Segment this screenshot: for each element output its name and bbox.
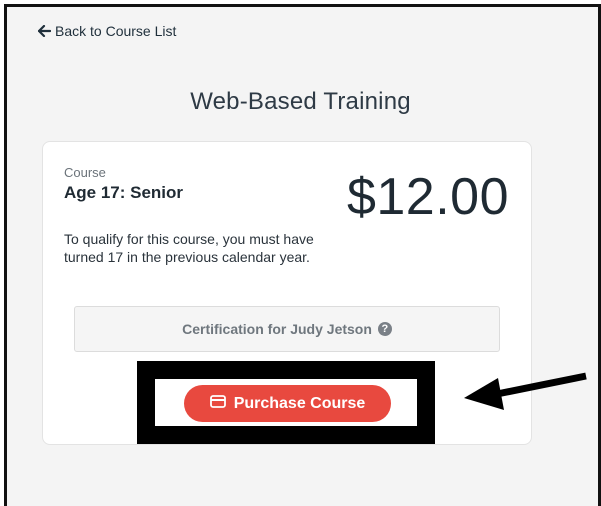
purchase-button-label: Purchase Course: [233, 394, 366, 412]
course-kicker: Course: [64, 165, 106, 180]
course-price: $12.00: [346, 168, 509, 226]
page-title: Web-Based Training: [190, 88, 411, 115]
certification-label: Certification for Judy Jetson: [182, 321, 372, 337]
back-link-label: Back to Course List: [55, 23, 177, 39]
page: Back to Course List Web-Based Training C…: [0, 0, 601, 506]
question-circle-icon[interactable]: ?: [377, 322, 392, 336]
certification-box: Certification for Judy Jetson ?: [74, 306, 500, 352]
credit-card-icon: [209, 394, 226, 413]
course-description: To qualify for this course, you must hav…: [64, 231, 314, 265]
pointer-arrow-icon: [462, 367, 588, 418]
back-to-course-list-link[interactable]: Back to Course List: [38, 23, 176, 39]
purchase-course-button[interactable]: Purchase Course: [184, 385, 391, 422]
arrow-left-icon: [38, 25, 51, 37]
course-name: Age 17: Senior: [64, 183, 184, 202]
